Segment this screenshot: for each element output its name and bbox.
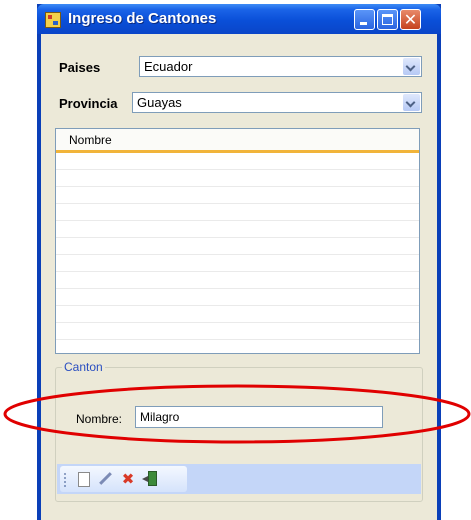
exit-door-icon[interactable] <box>142 471 158 487</box>
toolbar-strip: ✖ <box>60 466 187 492</box>
grid-row-divider <box>56 169 419 170</box>
nombre-input[interactable]: Milagro <box>135 406 383 428</box>
minimize-button[interactable] <box>354 9 375 30</box>
grid-row-divider <box>56 339 419 340</box>
grid-row-divider <box>56 305 419 306</box>
grid-row-divider <box>56 237 419 238</box>
chevron-down-icon[interactable] <box>403 94 420 111</box>
grid-row-divider <box>56 186 419 187</box>
nombre-label: Nombre: <box>76 412 123 426</box>
close-icon: ✕ <box>403 10 418 29</box>
bottom-toolbar: ✖ <box>57 464 421 494</box>
grid-row-divider <box>56 203 419 204</box>
canton-groupbox: Canton Nombre: Milagro ✖ <box>55 360 423 502</box>
cantones-grid[interactable]: Nombre <box>55 128 420 354</box>
column-header-nombre[interactable]: Nombre <box>69 133 112 147</box>
close-button[interactable]: ✕ <box>400 9 421 30</box>
title-bar[interactable]: Ingreso de Cantones ✕ <box>37 4 441 34</box>
chevron-down-icon[interactable] <box>403 58 420 75</box>
edit-pencil-icon[interactable] <box>98 471 114 487</box>
grid-row-divider <box>56 322 419 323</box>
paises-selected-value: Ecuador <box>144 59 193 74</box>
toolbar-grip-icon[interactable] <box>64 472 66 487</box>
provincia-combobox[interactable]: Guayas <box>132 92 422 113</box>
grid-row-divider <box>56 220 419 221</box>
paises-label: Paises <box>59 60 101 75</box>
delete-x-icon[interactable]: ✖ <box>120 471 136 487</box>
paises-combobox[interactable]: Ecuador <box>139 56 422 77</box>
form-client-area: Paises Ecuador Provincia Guayas Nombre C… <box>41 34 437 520</box>
new-document-icon[interactable] <box>76 471 92 487</box>
minimize-icon <box>360 22 367 25</box>
provincia-label: Provincia <box>59 96 118 111</box>
app-form-icon <box>45 12 61 28</box>
canton-group-title: Canton <box>62 360 105 374</box>
application-window: Ingreso de Cantones ✕ Paises Ecuador Pro… <box>37 4 441 520</box>
grid-row-divider <box>56 254 419 255</box>
maximize-icon <box>382 14 393 25</box>
grid-row-divider <box>56 271 419 272</box>
grid-header: Nombre <box>56 129 419 153</box>
grid-row-divider <box>56 288 419 289</box>
window-title: Ingreso de Cantones <box>68 10 217 27</box>
provincia-selected-value: Guayas <box>137 95 182 110</box>
maximize-button[interactable] <box>377 9 398 30</box>
